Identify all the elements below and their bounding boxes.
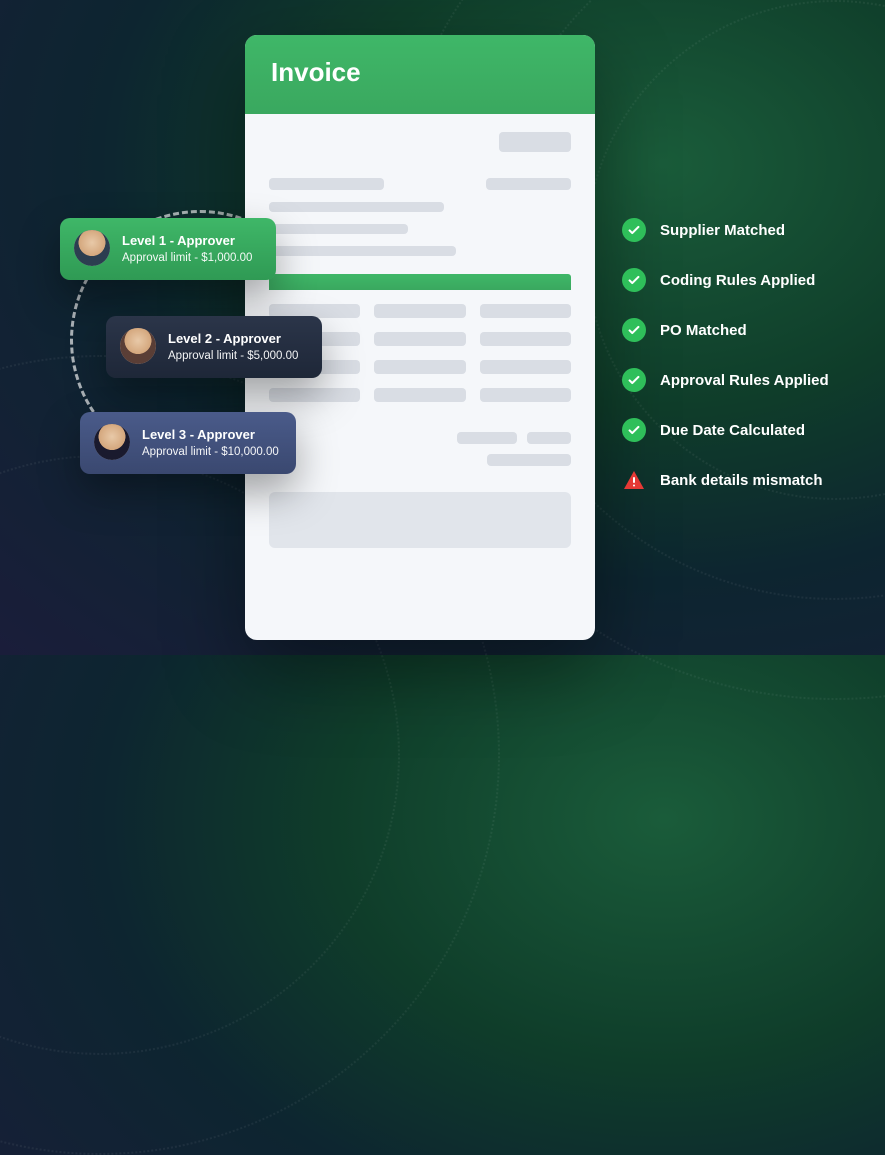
invoice-totals (269, 432, 571, 466)
avatar (120, 328, 156, 364)
placeholder (486, 178, 571, 190)
status-label: Supplier Matched (660, 222, 785, 239)
placeholder (269, 178, 384, 190)
avatar (94, 424, 130, 460)
approver-card-level-1: Level 1 - Approver Approval limit - $1,0… (60, 218, 276, 280)
table-row (269, 388, 571, 402)
approver-title: Level 2 - Approver (168, 331, 298, 346)
approver-card-level-3: Level 3 - Approver Approval limit - $10,… (80, 412, 296, 474)
status-item-bank-mismatch: Bank details mismatch (622, 468, 829, 492)
check-circle-icon (622, 368, 646, 392)
status-item-approval-rules: Approval Rules Applied (622, 368, 829, 392)
approver-subtitle: Approval limit - $1,000.00 (122, 252, 252, 264)
warning-triangle-icon (622, 468, 646, 492)
status-item-due-date: Due Date Calculated (622, 418, 829, 442)
invoice-footer-box (269, 492, 571, 548)
check-circle-icon (622, 418, 646, 442)
approver-subtitle: Approval limit - $10,000.00 (142, 446, 279, 458)
check-circle-icon (622, 268, 646, 292)
approver-card-level-2: Level 2 - Approver Approval limit - $5,0… (106, 316, 322, 378)
status-item-po-matched: PO Matched (622, 318, 829, 342)
status-item-coding-rules: Coding Rules Applied (622, 268, 829, 292)
status-list: Supplier Matched Coding Rules Applied PO… (622, 218, 829, 492)
invoice-title: Invoice (271, 57, 569, 88)
approver-title: Level 1 - Approver (122, 233, 252, 248)
placeholder (269, 202, 444, 212)
status-label: PO Matched (660, 322, 747, 339)
status-label: Coding Rules Applied (660, 272, 815, 289)
check-circle-icon (622, 218, 646, 242)
placeholder (269, 246, 456, 256)
placeholder (269, 224, 408, 234)
check-circle-icon (622, 318, 646, 342)
status-label: Due Date Calculated (660, 422, 805, 439)
avatar (74, 230, 110, 266)
status-item-supplier-matched: Supplier Matched (622, 218, 829, 242)
approver-title: Level 3 - Approver (142, 427, 279, 442)
approver-subtitle: Approval limit - $5,000.00 (168, 350, 298, 362)
status-label: Approval Rules Applied (660, 372, 829, 389)
status-label: Bank details mismatch (660, 472, 823, 489)
invoice-table-header (269, 274, 571, 290)
invoice-header: Invoice (245, 35, 595, 114)
placeholder (499, 132, 571, 152)
